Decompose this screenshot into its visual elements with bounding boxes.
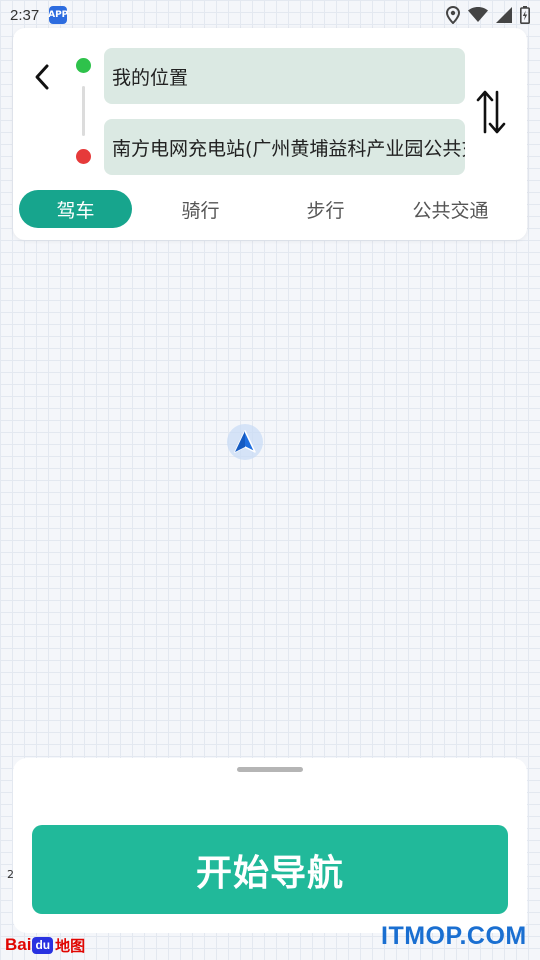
origin-dot-icon [76, 58, 91, 73]
cellular-signal-icon [496, 7, 512, 23]
route-card: 我的位置 南方电网充电站(广州黄埔益科产业园公共充电站) 驾车 骑行 步行 公共… [13, 28, 527, 240]
logo-suffix: 地图 [55, 937, 86, 955]
tab-public-transit[interactable]: 公共交通 [394, 190, 507, 228]
swap-locations-button[interactable] [471, 84, 511, 140]
travel-mode-tabs: 驾车 骑行 步行 公共交通 [19, 190, 519, 228]
route-connector [82, 86, 85, 136]
drag-handle[interactable] [237, 767, 303, 772]
logo-paw: du [32, 936, 54, 954]
app-notification-icon: APP [48, 6, 68, 24]
destination-text: 南方电网充电站(广州黄埔益科产业园公共充电站) [112, 137, 465, 160]
swap-arrows-icon [476, 90, 506, 134]
battery-icon [520, 6, 530, 24]
origin-field[interactable]: 我的位置 [104, 48, 465, 104]
status-bar: 2:37 APP [0, 0, 540, 30]
tab-cycle[interactable]: 骑行 [144, 190, 257, 228]
bottom-panel: 开始导航 [13, 758, 527, 933]
back-button[interactable] [27, 58, 57, 96]
start-navigation-button[interactable]: 开始导航 [32, 825, 508, 914]
location-icon [446, 6, 460, 24]
watermark: ITMOP.COM [381, 922, 527, 950]
destination-field[interactable]: 南方电网充电站(广州黄埔益科产业园公共充电站) [104, 119, 465, 175]
tab-walk[interactable]: 步行 [269, 190, 382, 228]
origin-text: 我的位置 [112, 66, 189, 89]
status-time: 2:37 [10, 6, 40, 24]
back-arrow-icon [35, 64, 49, 90]
status-icons [446, 6, 530, 24]
baidu-map-logo: Bai du 地图 [5, 934, 85, 956]
navigation-arrow-icon [234, 430, 256, 453]
logo-prefix: Bai [5, 935, 32, 954]
wifi-icon [468, 7, 488, 22]
tab-drive[interactable]: 驾车 [19, 190, 132, 228]
destination-dot-icon [76, 149, 91, 164]
current-location-marker[interactable] [227, 424, 263, 460]
